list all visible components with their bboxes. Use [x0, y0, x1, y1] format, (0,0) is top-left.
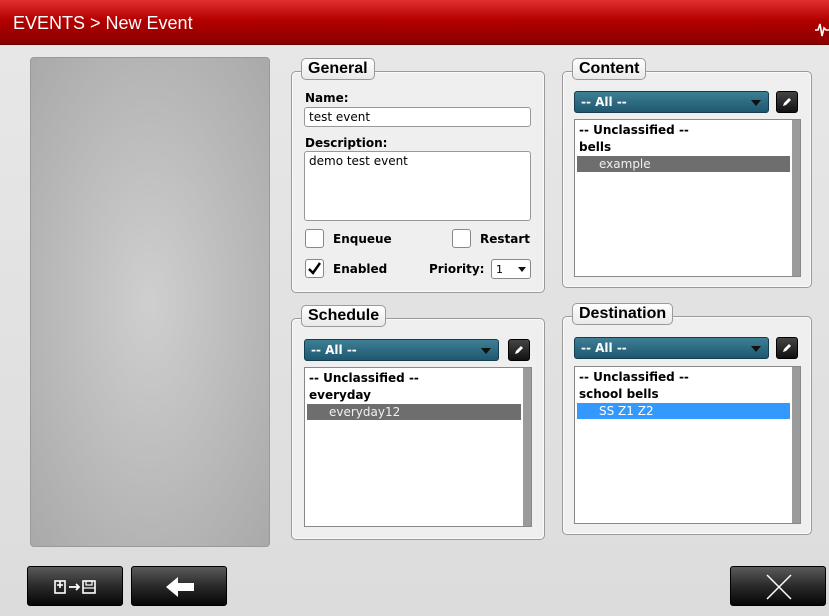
destination-filter-value: -- All -- [581, 341, 627, 355]
list-item[interactable]: -- Unclassified -- [577, 122, 790, 138]
description-label: Description: [305, 136, 388, 150]
priority-value: 1 [496, 263, 503, 276]
list-item[interactable]: everyday [307, 387, 521, 403]
heartbeat-wave-icon [815, 23, 829, 37]
restart-label: Restart [480, 232, 531, 246]
list-item[interactable]: -- Unclassified -- [307, 370, 521, 386]
checkmark-icon [308, 262, 321, 275]
close-icon [766, 574, 792, 600]
preview-panel [30, 57, 270, 547]
schedule-list[interactable]: -- Unclassified -- everyday everyday12 [304, 367, 532, 527]
enabled-checkbox[interactable] [305, 259, 324, 278]
list-item[interactable]: bells [577, 139, 790, 155]
name-input[interactable]: test event [304, 107, 531, 127]
schedule-filter-value: -- All -- [311, 343, 357, 357]
list-item[interactable]: everyday12 [307, 404, 521, 420]
destination-group: Destination -- All -- -- Unclassified --… [562, 303, 812, 535]
general-legend: General [301, 58, 375, 80]
chevron-down-icon [751, 346, 761, 352]
destination-edit-button[interactable] [776, 337, 798, 359]
chevron-down-icon [751, 100, 761, 106]
list-item[interactable]: example [577, 156, 790, 172]
page-title: EVENTS > New Event [13, 13, 193, 33]
content-group: Content -- All -- -- Unclassified -- bell… [562, 58, 812, 288]
restart-checkbox[interactable] [452, 229, 471, 248]
enabled-label: Enabled [333, 262, 388, 276]
content-filter-value: -- All -- [581, 95, 627, 109]
schedule-group: Schedule -- All -- -- Unclassified -- eve… [291, 305, 545, 540]
back-button[interactable] [131, 566, 227, 606]
enqueue-checkbox[interactable] [305, 229, 324, 248]
content-scrollbar[interactable] [792, 120, 800, 276]
name-label: Name: [305, 91, 349, 105]
list-item[interactable]: school bells [577, 386, 790, 402]
save-button[interactable] [27, 566, 123, 606]
list-item[interactable]: SS Z1 Z2 [577, 403, 790, 419]
chevron-down-icon [518, 267, 526, 272]
pencil-icon [515, 346, 523, 354]
enqueue-label: Enqueue [333, 232, 392, 246]
content-edit-button[interactable] [776, 91, 798, 113]
general-group: General Name: test event Description: de… [291, 58, 545, 293]
schedule-legend: Schedule [301, 305, 387, 327]
title-bar: EVENTS > New Event [0, 0, 829, 45]
pencil-icon [783, 344, 791, 352]
destination-filter-dropdown[interactable]: -- All -- [574, 337, 769, 359]
content-list[interactable]: -- Unclassified -- bells example [574, 119, 801, 277]
schedule-scrollbar[interactable] [523, 368, 531, 526]
schedule-filter-dropdown[interactable]: -- All -- [304, 339, 499, 361]
pencil-icon [783, 98, 791, 106]
chevron-down-icon [481, 348, 491, 354]
priority-select[interactable]: 1 [491, 259, 531, 279]
back-arrow-icon [166, 577, 194, 597]
list-item[interactable]: -- Unclassified -- [577, 369, 790, 385]
cancel-button[interactable] [730, 566, 826, 606]
content-filter-dropdown[interactable]: -- All -- [574, 91, 769, 113]
content-legend: Content [572, 58, 647, 80]
priority-label: Priority: [429, 262, 485, 276]
destination-scrollbar[interactable] [792, 367, 800, 523]
description-textarea[interactable]: demo test event [304, 151, 531, 221]
destination-list[interactable]: -- Unclassified -- school bells SS Z1 Z2 [574, 366, 801, 524]
save-to-disk-icon [54, 580, 96, 594]
schedule-edit-button[interactable] [508, 339, 530, 361]
destination-legend: Destination [572, 303, 674, 325]
